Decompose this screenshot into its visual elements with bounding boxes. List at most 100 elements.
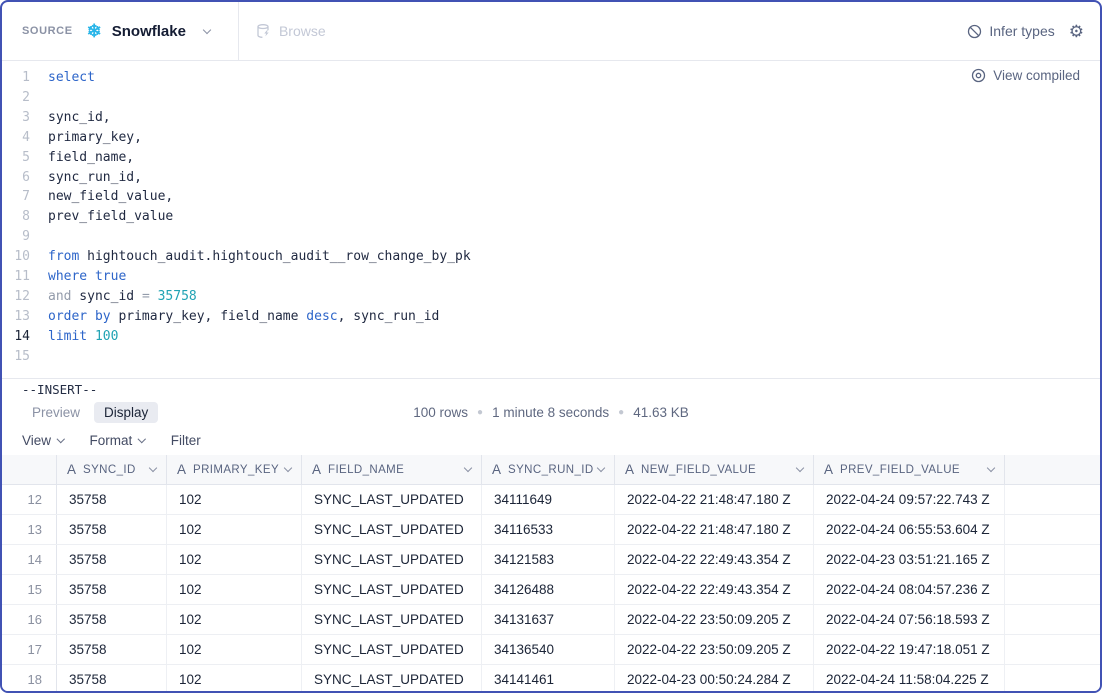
string-type-icon: A (492, 462, 501, 477)
table-cell: 35758 (57, 515, 167, 544)
table-cell: 2022-04-24 08:04:57.236 Z (814, 575, 1005, 604)
chevron-down-icon[interactable] (149, 464, 157, 472)
table-cell: 34126488 (482, 575, 615, 604)
tab-display[interactable]: Display (94, 402, 158, 423)
chevron-down-icon[interactable] (987, 464, 995, 472)
table-cell: 34131637 (482, 605, 615, 634)
column-header-sync_id[interactable]: ASYNC_ID (57, 455, 167, 484)
table-cell: 102 (167, 485, 302, 514)
line-number: 15 (2, 347, 30, 367)
column-name: FIELD_NAME (328, 464, 404, 476)
table-cell: 35758 (57, 665, 167, 691)
table-cell: 2022-04-22 22:49:43.354 Z (615, 545, 814, 574)
line-number: 14 (2, 327, 30, 347)
table-cell: 102 (167, 665, 302, 691)
divider (238, 2, 239, 61)
toolbar-label: View (22, 433, 51, 448)
no-symbol-icon (967, 24, 982, 39)
column-name: SYNC_ID (83, 464, 136, 476)
table-cell: 35758 (57, 545, 167, 574)
chevron-down-icon[interactable] (597, 464, 605, 472)
row-number-cell: 17 (2, 635, 57, 664)
line-number: 6 (2, 168, 30, 188)
table-cell: 2022-04-22 21:48:47.180 Z (615, 485, 814, 514)
chevron-down-icon[interactable] (284, 464, 292, 472)
table-cell: SYNC_LAST_UPDATED (302, 605, 482, 634)
table-cell: SYNC_LAST_UPDATED (302, 575, 482, 604)
table-row: 1235758102SYNC_LAST_UPDATED341116492022-… (2, 485, 1100, 515)
chevron-down-icon[interactable] (796, 464, 804, 472)
code-text: prev_field_value (48, 207, 173, 227)
table-cell: 34121583 (482, 545, 615, 574)
table-cell: 102 (167, 635, 302, 664)
vim-mode-text: --INSERT-- (22, 382, 97, 397)
line-number: 5 (2, 148, 30, 168)
line-number: 9 (2, 227, 30, 247)
results-tabs: PreviewDisplay (22, 402, 162, 423)
chevron-down-icon (203, 25, 211, 33)
table-cell: 102 (167, 545, 302, 574)
filler-cell (1005, 485, 1100, 514)
table-cell: 2022-04-24 07:56:18.593 Z (814, 605, 1005, 634)
table-cell: 2022-04-22 19:47:18.051 Z (814, 635, 1005, 664)
source-bar: SOURCE ❄ Snowflake Browse (2, 2, 1100, 61)
toolbar-filter-button[interactable]: Filter (171, 433, 201, 448)
chevron-down-icon[interactable] (464, 464, 472, 472)
table-cell: SYNC_LAST_UPDATED (302, 485, 482, 514)
table-row: 1735758102SYNC_LAST_UPDATED341365402022-… (2, 635, 1100, 665)
string-type-icon: A (625, 462, 634, 477)
table-cell: 35758 (57, 575, 167, 604)
line-number: 8 (2, 207, 30, 227)
gear-icon: ⚙ (1069, 22, 1084, 41)
table-cell: 34116533 (482, 515, 615, 544)
snowflake-icon: ❄ (87, 22, 102, 40)
code-line: 11where true (2, 267, 1100, 287)
table-cell: 102 (167, 575, 302, 604)
toolbar-view-button[interactable]: View (22, 433, 64, 448)
code-line: 3 sync_id, (2, 108, 1100, 128)
code-text: primary_key, (48, 128, 142, 148)
toolbar-format-button[interactable]: Format (90, 433, 145, 448)
table-row: 1535758102SYNC_LAST_UPDATED341264882022-… (2, 575, 1100, 605)
table-cell: 35758 (57, 605, 167, 634)
string-type-icon: A (177, 462, 186, 477)
settings-button[interactable]: ⚙ (1069, 23, 1084, 40)
stat-separator: ● (618, 407, 624, 418)
column-header-primary_key[interactable]: APRIMARY_KEY (167, 455, 302, 484)
code-text: order by primary_key, field_name desc, s… (48, 307, 439, 327)
row-number-cell: 13 (2, 515, 57, 544)
column-header-field_name[interactable]: A FIELD_NAME (302, 455, 482, 484)
code-line: 4 primary_key, (2, 128, 1100, 148)
column-name: NEW_FIELD_VALUE (641, 464, 756, 476)
table-body: 1235758102SYNC_LAST_UPDATED341116492022-… (2, 485, 1100, 691)
column-header-new_field_value[interactable]: A NEW_FIELD_VALUE (615, 455, 814, 484)
line-number: 4 (2, 128, 30, 148)
source-selector[interactable]: ❄ Snowflake (87, 22, 210, 40)
toolbar-label: Format (90, 433, 133, 448)
line-number: 11 (2, 267, 30, 287)
line-number: 3 (2, 108, 30, 128)
table-cell: 102 (167, 605, 302, 634)
table-cell: 34111649 (482, 485, 615, 514)
view-compiled-button[interactable]: View compiled (971, 68, 1080, 83)
table-cell: SYNC_LAST_UPDATED (302, 545, 482, 574)
filler-cell (1005, 545, 1100, 574)
code-area[interactable]: 1select23sync_id,4primary_key,5field_nam… (2, 68, 1100, 367)
row-number-cell: 18 (2, 665, 57, 691)
column-header-sync_run_id[interactable]: ASYNC_RUN_ID (482, 455, 615, 484)
code-text: sync_id, (48, 108, 111, 128)
sql-editor[interactable]: View compiled 1select23sync_id,4primary_… (2, 61, 1100, 378)
filler-cell (1005, 635, 1100, 664)
browse-button[interactable]: Browse (255, 23, 326, 39)
stat-value: 100 rows (413, 405, 468, 420)
header-gutter-cell (2, 455, 57, 484)
code-text: select (48, 68, 95, 88)
tab-preview[interactable]: Preview (22, 402, 90, 423)
string-type-icon: A (312, 462, 321, 477)
code-text: from hightouch_audit.hightouch_audit__ro… (48, 247, 471, 267)
table-cell: SYNC_LAST_UPDATED (302, 635, 482, 664)
chevron-down-icon (138, 435, 146, 443)
column-header-prev_field_value[interactable]: APREV_FIELD_VALUE (814, 455, 1005, 484)
table-cell: 2022-04-24 06:55:53.604 Z (814, 515, 1005, 544)
infer-types-button[interactable]: Infer types (967, 23, 1054, 39)
